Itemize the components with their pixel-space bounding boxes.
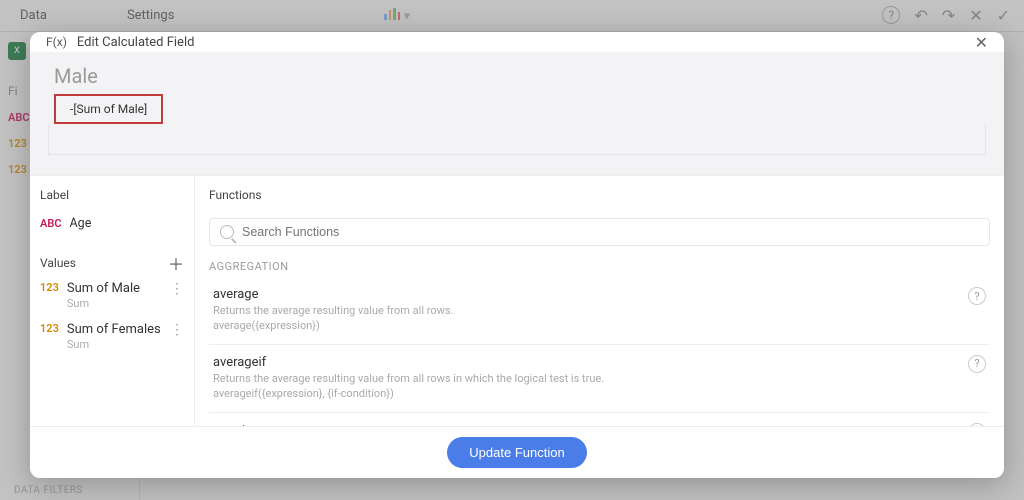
search-input[interactable] <box>242 225 979 239</box>
update-function-button[interactable]: Update Function <box>447 437 586 468</box>
functions-header: Functions <box>209 188 990 202</box>
value-name: Sum of Male <box>67 281 140 297</box>
number-type-icon: 123 <box>40 281 59 294</box>
values-header-row: Values ＋ <box>40 251 184 275</box>
value-sum-of-females[interactable]: 123 Sum of Females Sum ⋮ <box>40 316 184 357</box>
function-desc: Returns the average resulting value from… <box>213 372 958 402</box>
fields-panel: Label ABC Age Values ＋ 123 Sum of Male S… <box>30 176 195 426</box>
modal-title: Edit Calculated Field <box>77 35 195 50</box>
modal-header: F(x) Edit Calculated Field ✕ <box>30 32 1004 52</box>
function-list: average Returns the average resulting va… <box>209 277 990 426</box>
label-field-age[interactable]: ABC Age <box>40 212 184 235</box>
search-icon <box>220 225 234 239</box>
values-header: Values <box>40 256 76 270</box>
value-sum-of-male[interactable]: 123 Sum of Male Sum ⋮ <box>40 275 184 316</box>
formula-input[interactable]: -[Sum of Male] <box>54 94 163 124</box>
label-name: Age <box>70 216 92 231</box>
function-name: average <box>213 287 958 302</box>
value-menu-icon[interactable]: ⋮ <box>170 322 184 338</box>
function-search[interactable] <box>209 218 990 246</box>
modal-footer: Update Function <box>30 426 1004 478</box>
function-average[interactable]: average Returns the average resulting va… <box>209 277 990 344</box>
function-help-icon[interactable]: ? <box>968 287 986 305</box>
function-category: AGGREGATION <box>209 260 990 273</box>
formula-area: Male -[Sum of Male] <box>30 52 1004 175</box>
function-desc: Returns the average resulting value from… <box>213 304 958 334</box>
formula-editor-area[interactable] <box>48 123 986 155</box>
value-name: Sum of Females <box>67 322 161 338</box>
function-name: averageif <box>213 355 958 370</box>
text-type-icon: ABC <box>40 217 62 230</box>
add-value-button[interactable]: ＋ <box>168 251 184 275</box>
function-help-icon[interactable]: ? <box>968 355 986 373</box>
calculated-field-modal: F(x) Edit Calculated Field ✕ Male -[Sum … <box>30 32 1004 478</box>
number-type-icon: 123 <box>40 322 59 335</box>
fx-icon: F(x) <box>46 35 67 49</box>
modal-close-icon[interactable]: ✕ <box>975 33 988 52</box>
value-aggregation: Sum <box>67 338 161 351</box>
function-count[interactable]: count Returns the number of rows. count(… <box>209 412 990 426</box>
value-aggregation: Sum <box>67 297 140 310</box>
functions-panel: Functions AGGREGATION average Returns th… <box>195 176 1004 426</box>
value-menu-icon[interactable]: ⋮ <box>170 281 184 297</box>
function-averageif[interactable]: averageif Returns the average resulting … <box>209 344 990 412</box>
label-header: Label <box>40 188 184 202</box>
field-name[interactable]: Male <box>54 64 986 88</box>
